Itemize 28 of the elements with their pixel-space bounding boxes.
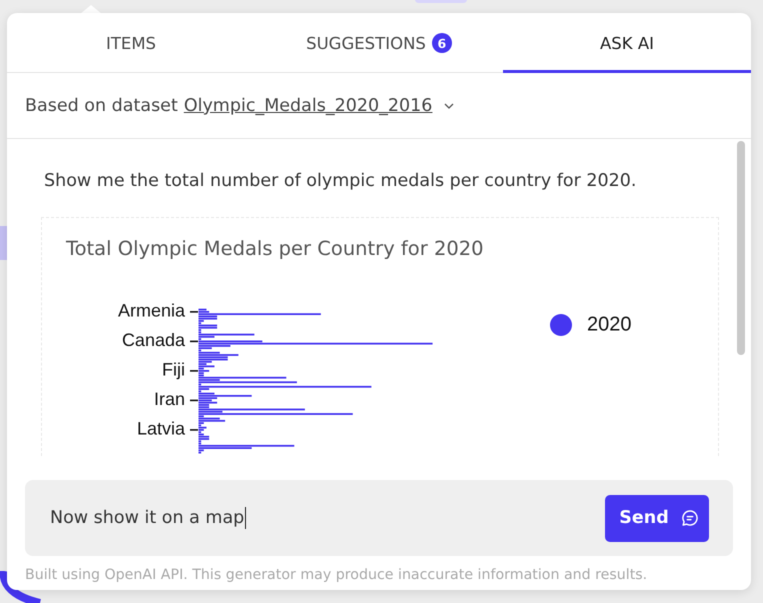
chart-title: Total Olympic Medals per Country for 2020 xyxy=(65,236,485,261)
legend-dot-icon xyxy=(550,314,572,336)
axis-label: Iran xyxy=(154,389,185,410)
tab[interactable]: ITEMS xyxy=(7,13,255,73)
tab[interactable]: ASK AI xyxy=(503,13,751,73)
message-input[interactable]: Now show it on a map xyxy=(50,503,605,533)
axis-tick xyxy=(190,311,198,313)
axis-tick xyxy=(190,370,198,372)
chevron-down-icon[interactable] xyxy=(444,102,454,108)
send-button[interactable]: Send xyxy=(605,494,709,542)
axis-tick xyxy=(190,340,198,342)
dataset-link[interactable]: Olympic_Medals_2020_2016 xyxy=(184,96,432,116)
text-cursor xyxy=(245,507,246,529)
axis-label: Canada xyxy=(122,330,185,350)
axis-label: Armenia xyxy=(118,300,185,321)
count-badge: 6 xyxy=(432,33,452,53)
axis-tick xyxy=(190,400,198,402)
disclaimer-text: Built using OpenAI API. This generator may produce inaccurate information and results. xyxy=(25,566,648,584)
chat-bubble-icon xyxy=(680,509,699,527)
dataset-label: Based on dataset xyxy=(25,96,178,116)
scrollbar-thumb[interactable] xyxy=(737,141,745,355)
tab[interactable]: SUGGESTIONS 6 xyxy=(255,13,503,73)
axis-label: Latvia xyxy=(136,418,185,439)
axis-label: Fiji xyxy=(162,360,185,380)
legend-label: 2020 xyxy=(587,313,632,336)
highlight-strip xyxy=(0,226,7,260)
axis-tick xyxy=(190,429,198,431)
user-prompt: Show me the total number of olympic medals per country for 2020. xyxy=(44,170,638,192)
